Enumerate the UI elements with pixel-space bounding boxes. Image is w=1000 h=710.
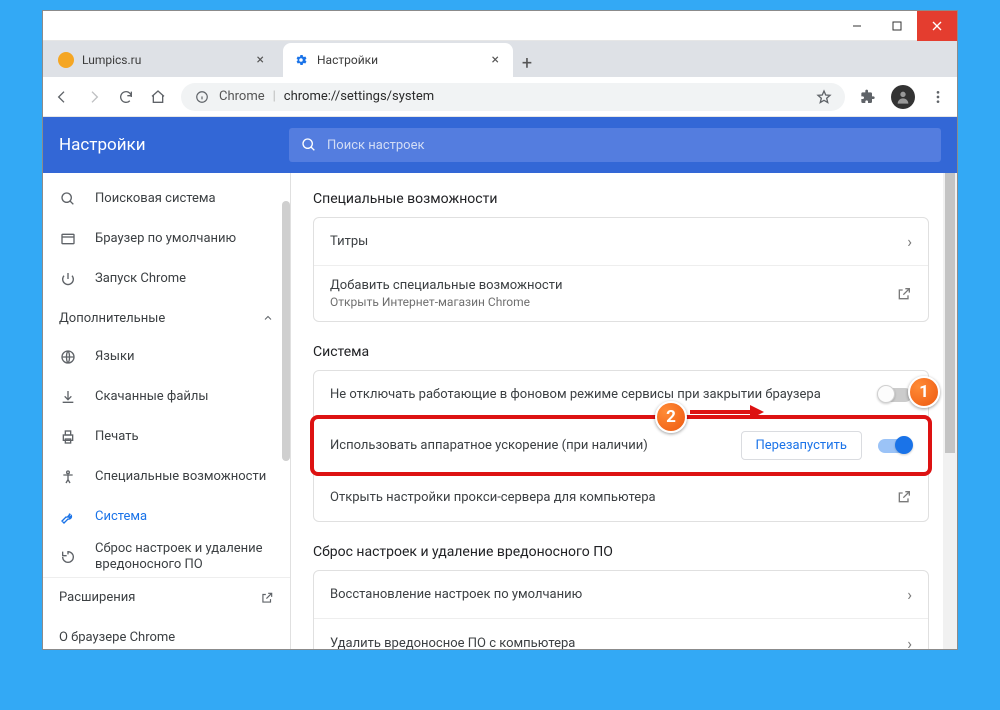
tab-strip: Lumpics.ru × Настройки × + [43,41,957,77]
toggle-hardware-acceleration[interactable] [878,439,912,453]
external-link-icon [896,489,912,505]
address-bar: Chrome | chrome://settings/system [43,77,957,117]
chevron-right-icon: › [907,232,912,251]
minimize-button[interactable] [837,11,877,41]
site-info-icon[interactable] [193,88,211,106]
settings-title: Настройки [59,135,289,155]
accessibility-icon [59,469,77,485]
row-cleanup[interactable]: Удалить вредоносное ПО с компьютера› [314,619,928,649]
chevron-up-icon [262,312,274,324]
forward-button[interactable] [85,88,103,106]
profile-avatar[interactable] [891,85,915,109]
home-button[interactable] [149,88,167,106]
chevron-right-icon: › [907,634,912,650]
sidebar-item-about[interactable]: О браузере Chrome [43,617,290,649]
sidebar-scrollbar[interactable] [282,173,290,649]
sidebar-item-default-browser[interactable]: Браузер по умолчанию [43,219,290,259]
maximize-button[interactable] [877,11,917,41]
row-proxy-settings[interactable]: Открыть настройки прокси-сервера для ком… [314,473,928,521]
settings-search-input[interactable] [327,138,929,153]
toggle-background-apps[interactable] [878,388,912,402]
sidebar-item-languages[interactable]: Языки [43,337,290,377]
external-link-icon [260,591,274,605]
annotation-bubble-2: 2 [655,401,687,433]
close-tab-icon[interactable]: × [253,52,268,68]
reset-icon [59,549,77,565]
tab-lumpics[interactable]: Lumpics.ru × [48,43,278,77]
sidebar-advanced-header[interactable]: Дополнительные [43,299,290,337]
scrollbar-thumb[interactable] [945,173,955,453]
omnibox[interactable]: Chrome | chrome://settings/system [181,83,845,111]
sidebar-item-accessibility[interactable]: Специальные возможности [43,457,290,497]
favicon-settings [293,52,309,68]
row-captions[interactable]: Титры› [314,218,928,266]
browser-icon [59,231,77,247]
annotation-arrow [688,403,764,421]
row-restore-defaults[interactable]: Восстановление настроек по умолчанию› [314,571,928,619]
download-icon [59,389,77,405]
card-system: Не отключать работающие в фоновом режиме… [313,370,929,522]
extensions-icon[interactable] [859,88,877,106]
tab-label: Настройки [317,53,488,67]
sidebar-item-search-engine[interactable]: Поисковая система [43,179,290,219]
omnibox-url: chrome://settings/system [284,89,434,104]
annotation-bubble-1: 1 [908,376,940,408]
external-link-icon [896,286,912,302]
search-icon [301,137,317,153]
browser-window: Lumpics.ru × Настройки × + Chrome | chro… [42,10,958,650]
row-background-apps[interactable]: Не отключать работающие в фоновом режиме… [314,371,928,419]
scrollbar-thumb[interactable] [282,201,290,461]
tab-label: Lumpics.ru [82,53,253,67]
card-accessibility: Титры› Добавить специальные возможностиО… [313,217,929,322]
page-content: Настройки Поисковая система Браузер по у… [43,117,957,649]
main-scrollbar[interactable] [943,173,957,649]
row-hardware-acceleration[interactable]: Использовать аппаратное ускорение (при н… [314,419,928,473]
settings-header: Настройки [43,117,957,173]
power-icon [59,271,77,287]
close-tab-icon[interactable]: × [488,52,503,68]
print-icon [59,429,77,445]
sidebar: Поисковая система Браузер по умолчанию З… [43,173,291,649]
title-bar [43,11,957,41]
close-window-button[interactable] [917,11,957,41]
settings-body: Поисковая система Браузер по умолчанию З… [43,173,957,649]
globe-icon [59,349,77,365]
omnibox-scheme: Chrome [219,89,265,104]
new-tab-button[interactable]: + [513,49,541,77]
search-icon [59,191,77,207]
sidebar-item-extensions[interactable]: Расширения [43,577,290,617]
tab-settings[interactable]: Настройки × [283,43,513,77]
main-panel: Специальные возможности Титры› Добавить … [291,173,957,649]
wrench-icon [59,509,77,525]
section-title-accessibility: Специальные возможности [313,191,929,207]
favicon-lumpics [58,52,74,68]
relaunch-button[interactable]: Перезапустить [741,431,862,460]
row-add-accessibility[interactable]: Добавить специальные возможностиОткрыть … [314,266,928,321]
kebab-menu-icon[interactable] [929,88,947,106]
section-title-reset: Сброс настроек и удаление вредоносного П… [313,544,929,560]
reload-button[interactable] [117,88,135,106]
chevron-right-icon: › [907,585,912,604]
sidebar-item-reset[interactable]: Сброс настроек и удаление вредоносного П… [43,537,290,577]
bookmark-star-icon[interactable] [815,88,833,106]
section-title-system: Система [313,344,929,360]
back-button[interactable] [53,88,71,106]
sidebar-item-system[interactable]: Система [43,497,290,537]
sidebar-item-on-startup[interactable]: Запуск Chrome [43,259,290,299]
settings-search[interactable] [289,128,941,162]
sidebar-item-downloads[interactable]: Скачанные файлы [43,377,290,417]
card-reset: Восстановление настроек по умолчанию› Уд… [313,570,929,649]
sidebar-item-printing[interactable]: Печать [43,417,290,457]
